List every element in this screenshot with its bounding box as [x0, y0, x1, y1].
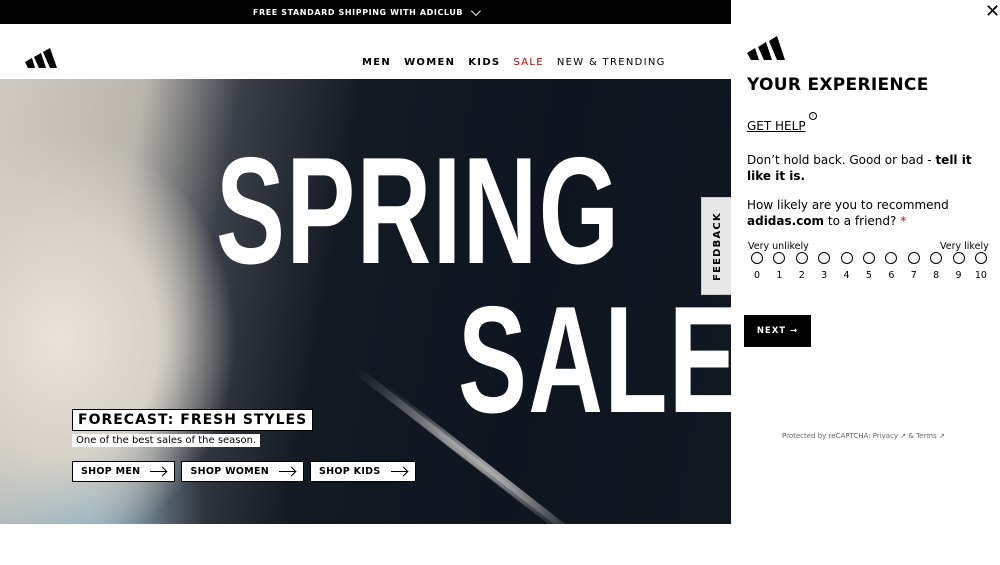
nps-option-label: 10 [974, 270, 987, 281]
radio-circle[interactable] [818, 252, 831, 264]
radio-circle[interactable] [885, 252, 898, 264]
arrow-right-icon [150, 471, 167, 472]
shop-women-label: SHOP WOMEN [190, 466, 270, 477]
shop-men-button[interactable]: SHOP MEN [72, 461, 176, 482]
nps-option-10[interactable]: 10 [973, 252, 989, 281]
shipping-banner[interactable]: FREE STANDARD SHIPPING WITH ADICLUB [0, 0, 731, 24]
recaptcha-notice[interactable]: Protected by reCAPTCHA: Privacy ↗ & Term… [782, 432, 945, 440]
radio-circle[interactable] [907, 252, 920, 264]
question-site: adidas.com [747, 214, 825, 228]
radio-circle[interactable] [773, 252, 786, 264]
feedback-tab-label: FEEDBACK [711, 211, 723, 281]
nps-option-1[interactable]: 1 [771, 252, 787, 281]
nps-option-8[interactable]: 8 [928, 252, 944, 281]
feedback-tab[interactable]: FEEDBACK [701, 197, 732, 295]
arrow-right-icon [390, 471, 407, 472]
nps-option-label: 6 [888, 270, 895, 281]
question-text: How likely are you to recommend [747, 198, 949, 212]
nps-question: How likely are you to recommend adidas.c… [747, 197, 992, 229]
nav-new-trending[interactable]: NEW & TRENDING [557, 57, 666, 68]
scale-high-label: Very likely [940, 241, 989, 252]
radio-circle[interactable] [840, 252, 853, 264]
hero-subline: One of the best sales of the season. [72, 434, 261, 447]
panel-title: YOUR EXPERIENCE [747, 75, 929, 95]
next-button[interactable]: NEXT → [744, 315, 811, 347]
hero-tagline: FORECAST: FRESH STYLES [72, 409, 314, 431]
shop-men-label: SHOP MEN [81, 466, 141, 477]
hero-cta-row: SHOP MEN SHOP WOMEN SHOP KIDS [72, 461, 416, 482]
nav-kids[interactable]: KIDS [468, 57, 500, 68]
shop-kids-button[interactable]: SHOP KIDS [310, 461, 416, 482]
shipping-banner-text: FREE STANDARD SHIPPING WITH ADICLUB [252, 7, 464, 17]
nps-option-0[interactable]: 0 [749, 252, 765, 281]
hero-banner[interactable]: SPRING SALE FORECAST: FRESH STYLES One o… [0, 79, 731, 524]
nps-option-6[interactable]: 6 [883, 252, 899, 281]
radio-circle[interactable] [862, 252, 875, 264]
chevron-down-icon[interactable] [471, 5, 481, 16]
shop-women-button[interactable]: SHOP WOMEN [181, 461, 305, 482]
nps-option-label: 5 [865, 270, 872, 281]
scale-low-label: Very unlikely [748, 241, 809, 252]
nps-option-label: 4 [843, 270, 850, 281]
nps-option-2[interactable]: 2 [794, 252, 810, 281]
nps-option-label: 2 [798, 270, 805, 281]
adidas-logo[interactable] [25, 42, 65, 68]
nps-option-label: 8 [933, 270, 940, 281]
radio-circle[interactable] [930, 252, 943, 264]
main-nav: MEN WOMEN KIDS SALE NEW & TRENDING [362, 57, 679, 68]
adidas-logo [747, 36, 785, 60]
site-header: MEN WOMEN KIDS SALE NEW & TRENDING [0, 24, 731, 79]
panel-intro: Don’t hold back. Good or bad - tell it l… [747, 152, 992, 184]
get-help-link[interactable]: GET HELP [747, 119, 806, 133]
arrow-right-icon [279, 471, 296, 472]
radio-circle[interactable] [751, 252, 763, 264]
radio-circle[interactable] [952, 252, 965, 264]
nps-option-label: 3 [821, 270, 828, 281]
question-text-end: to a friend? [824, 214, 901, 228]
nps-scale: 0 1 2 3 4 5 6 7 8 9 10 [749, 252, 989, 281]
hero-headline-spring: SPRING [216, 126, 621, 296]
nps-option-4[interactable]: 4 [839, 252, 855, 281]
nps-option-label: 0 [753, 270, 761, 281]
nps-option-label: 1 [776, 270, 783, 281]
feedback-panel: ✕ YOUR EXPERIENCE GET HELP i Don’t hold … [731, 0, 1000, 565]
nav-women[interactable]: WOMEN [404, 57, 455, 68]
nps-option-9[interactable]: 9 [951, 252, 967, 281]
nps-option-3[interactable]: 3 [816, 252, 832, 281]
close-icon[interactable]: ✕ [985, 3, 1000, 21]
nps-option-label: 7 [910, 270, 917, 281]
required-mark: * [900, 214, 907, 228]
nps-option-label: 9 [955, 270, 962, 281]
intro-text: Don’t hold back. Good or bad - [747, 153, 936, 167]
shop-kids-label: SHOP KIDS [319, 466, 381, 477]
nps-option-7[interactable]: 7 [906, 252, 922, 281]
nav-men[interactable]: MEN [362, 57, 391, 68]
nav-sale[interactable]: SALE [513, 57, 543, 68]
radio-circle[interactable] [974, 252, 987, 264]
nps-option-5[interactable]: 5 [861, 252, 877, 281]
radio-circle[interactable] [795, 252, 808, 264]
hero-headline-sale: SALE [458, 275, 731, 445]
info-icon[interactable]: i [809, 112, 817, 120]
